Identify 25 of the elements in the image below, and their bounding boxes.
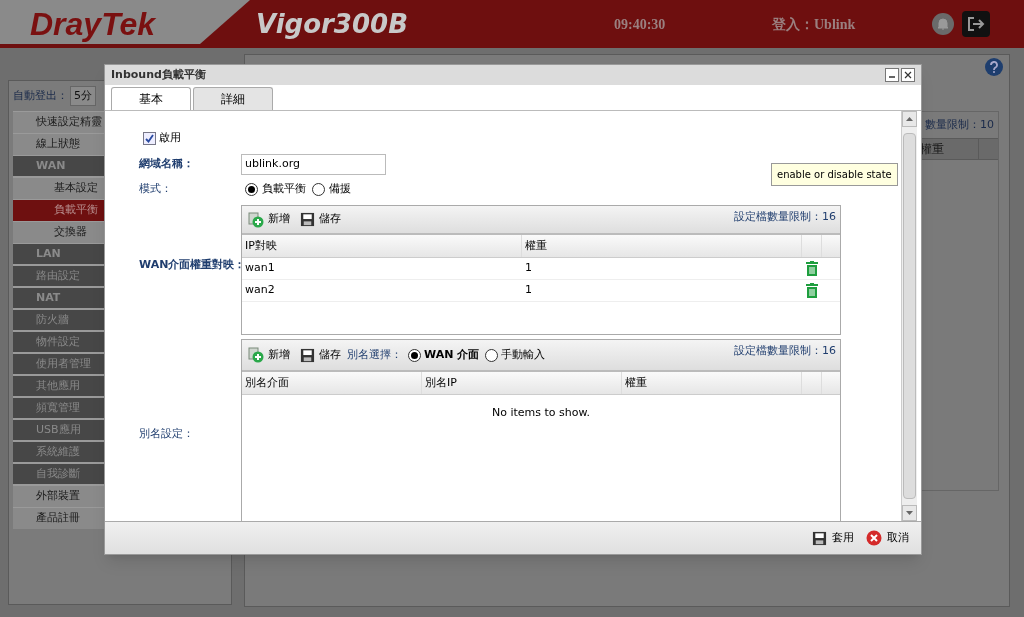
radio-label: 負載平衡	[262, 180, 306, 197]
radio-label: WAN 介面	[424, 346, 480, 363]
checkbox-label: 啟用	[159, 129, 181, 146]
login-user: 登入：Ublink	[772, 15, 857, 34]
table-cell-text: 1	[524, 260, 533, 277]
table-cell-text: 1	[524, 282, 533, 299]
limit-label: 設定檔數量限制：16	[734, 343, 836, 359]
auto-logout-label: 自動登出：	[13, 87, 68, 104]
table-cell-text: wan2	[244, 282, 276, 299]
table-cell-text: wan1	[244, 260, 276, 277]
alias-select-label: 別名選擇：	[347, 346, 402, 363]
empty-message: No items to show.	[492, 405, 590, 421]
limit-label: 數量限制：10	[925, 116, 994, 133]
field-label: 模式：	[139, 180, 173, 197]
radio-label: 備援	[329, 180, 351, 197]
field-label: WAN介面權重對映：	[139, 256, 246, 273]
logo: DrayTek	[30, 5, 157, 44]
field-label: 網域名稱：	[139, 155, 195, 172]
dialog-title: Inbound負載平衡	[111, 66, 207, 83]
limit-label: 設定檔數量限制：16	[734, 209, 836, 225]
clock-time: 09:40:30	[614, 15, 667, 34]
field-label: 別名設定：	[139, 425, 194, 442]
radio-label: 手動輸入	[501, 346, 546, 363]
tooltip: enable or disable state	[771, 163, 898, 186]
model-name: Vigor300B	[256, 7, 409, 41]
